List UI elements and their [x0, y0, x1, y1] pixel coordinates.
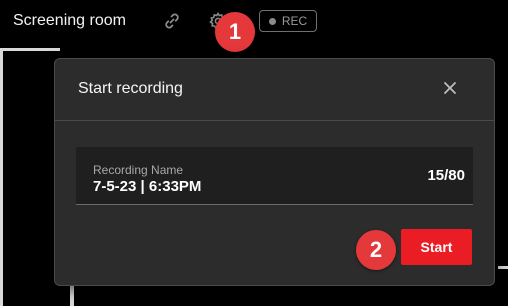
step-marker-2: 2 — [356, 230, 396, 270]
dialog-header: Start recording — [55, 59, 494, 121]
link-icon[interactable] — [162, 11, 182, 31]
start-button[interactable]: Start — [401, 229, 472, 265]
rec-button[interactable]: REC — [259, 10, 317, 32]
step-marker-1: 1 — [215, 12, 255, 52]
start-recording-dialog: Start recording Recording Name 15/80 Sta… — [54, 58, 495, 286]
room-title: Screening room — [13, 12, 126, 29]
recording-name-field[interactable]: Recording Name 15/80 — [76, 147, 473, 205]
recording-name-label: Recording Name — [93, 163, 184, 177]
rec-label: REC — [281, 14, 308, 28]
recording-name-input[interactable] — [93, 178, 373, 195]
screening-room-view: Screening room REC 1 Start recording Rec… — [0, 0, 508, 306]
character-counter: 15/80 — [427, 167, 465, 184]
video-frame-edge-bottom — [70, 285, 74, 306]
video-frame-edge-left — [0, 48, 3, 306]
close-icon[interactable] — [442, 80, 458, 96]
video-frame-edge-top — [0, 48, 60, 51]
rec-dot-icon — [268, 17, 276, 25]
dialog-title: Start recording — [78, 80, 183, 97]
video-frame-edge-right — [498, 266, 508, 269]
